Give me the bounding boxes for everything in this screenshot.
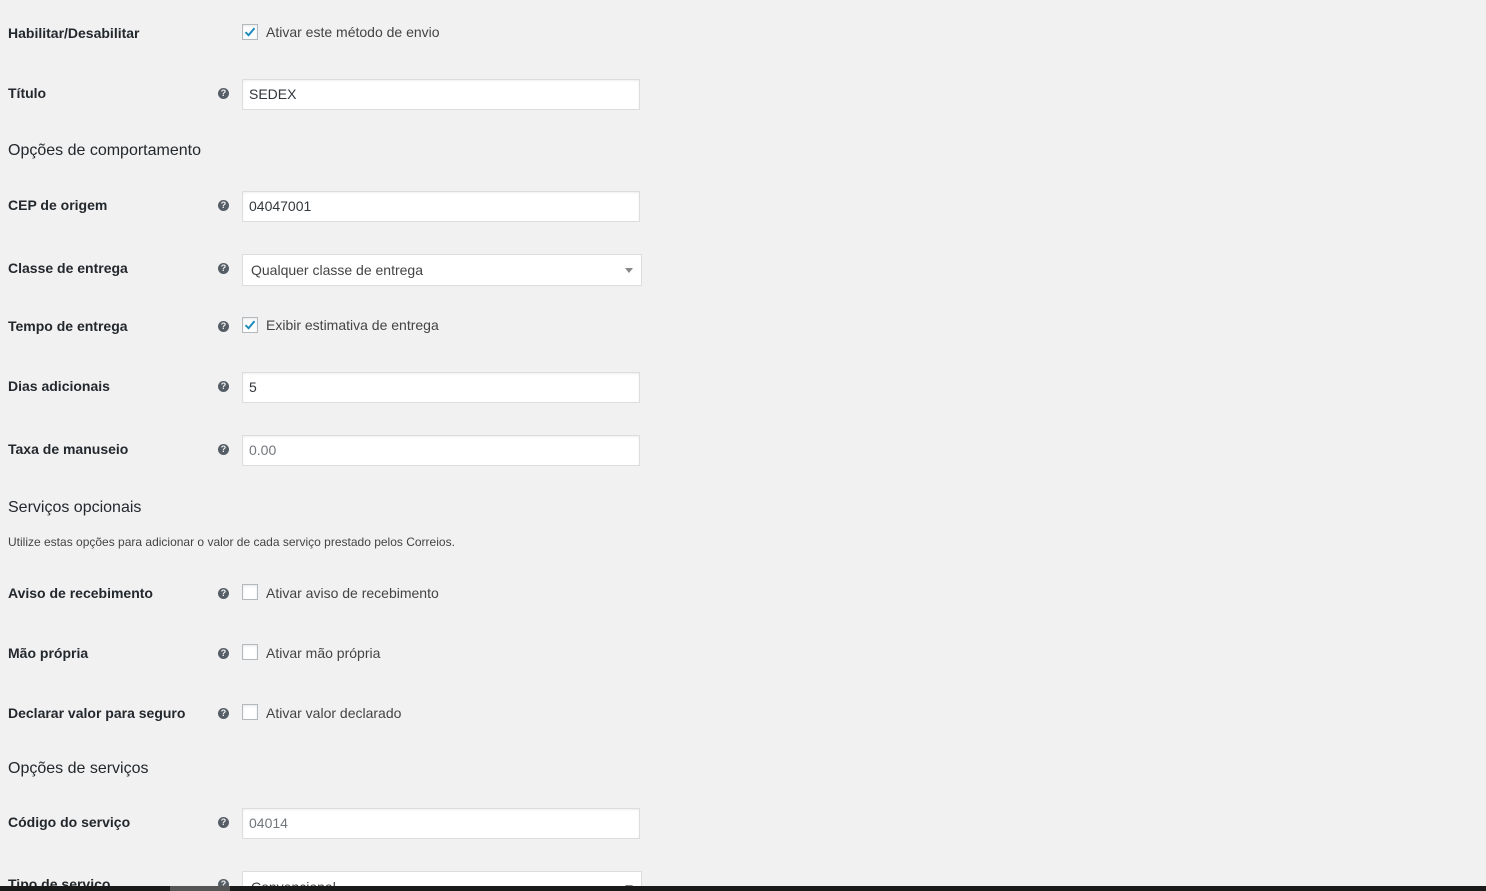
enable-checkbox-label[interactable]: Ativar este método de envio	[266, 24, 440, 40]
service-code-input[interactable]: 04014	[242, 808, 640, 839]
behavior-section-title: Opções de comportamento	[8, 142, 201, 159]
shipping-class-label: Classe de entrega	[8, 260, 128, 276]
delivery-time-checkbox-label[interactable]: Exibir estimativa de entrega	[266, 317, 439, 333]
help-tip-icon[interactable]: ?	[218, 263, 229, 274]
optional-section-title: Serviços opcionais	[8, 499, 142, 516]
shipping-class-selected: Qualquer classe de entrega	[251, 262, 423, 278]
delivery-time-label: Tempo de entrega	[8, 318, 128, 334]
enable-checkbox[interactable]	[242, 24, 258, 40]
help-tip-icon[interactable]: ?	[218, 648, 229, 659]
scrollbar-thumb[interactable]	[170, 886, 230, 891]
handling-fee-input[interactable]: 0.00	[242, 435, 640, 466]
help-tip-icon[interactable]: ?	[218, 444, 229, 455]
services-section-title: Opções de serviços	[8, 760, 149, 777]
help-tip-icon[interactable]: ?	[218, 708, 229, 719]
help-tip-icon[interactable]: ?	[218, 200, 229, 211]
declared-value-checkbox[interactable]	[242, 704, 258, 720]
own-hand-checkbox-label[interactable]: Ativar mão própria	[266, 645, 380, 661]
own-hand-checkbox[interactable]	[242, 644, 258, 660]
help-tip-icon[interactable]: ?	[218, 88, 229, 99]
cep-label: CEP de origem	[8, 197, 108, 213]
receipt-notice-label: Aviso de recebimento	[8, 585, 153, 601]
receipt-notice-checkbox[interactable]	[242, 584, 258, 600]
checkmark-icon	[244, 27, 256, 37]
horizontal-scrollbar[interactable]	[0, 886, 1486, 891]
enable-label: Habilitar/Desabilitar	[8, 25, 140, 41]
title-label: Título	[8, 85, 47, 101]
checkmark-icon	[244, 320, 256, 330]
chevron-down-icon	[625, 268, 633, 273]
shipping-class-select[interactable]: Qualquer classe de entrega	[242, 254, 642, 286]
help-tip-icon[interactable]: ?	[218, 817, 229, 828]
service-code-label: Código do serviço	[8, 814, 131, 830]
cep-input[interactable]: 04047001	[242, 191, 640, 222]
handling-fee-label: Taxa de manuseio	[8, 441, 129, 457]
delivery-time-checkbox[interactable]	[242, 317, 258, 333]
own-hand-label: Mão própria	[8, 645, 89, 661]
receipt-notice-checkbox-label[interactable]: Ativar aviso de recebimento	[266, 585, 439, 601]
title-input[interactable]: SEDEX	[242, 79, 640, 110]
optional-section-description: Utilize estas opções para adicionar o va…	[8, 535, 455, 549]
additional-days-label: Dias adicionais	[8, 378, 110, 394]
declared-value-checkbox-label[interactable]: Ativar valor declarado	[266, 705, 401, 721]
additional-days-input[interactable]: 5	[242, 372, 640, 403]
shipping-method-settings: Habilitar/Desabilitar Ativar este método…	[0, 0, 1486, 891]
help-tip-icon[interactable]: ?	[218, 321, 229, 332]
help-tip-icon[interactable]: ?	[218, 381, 229, 392]
help-tip-icon[interactable]: ?	[218, 588, 229, 599]
declared-value-label: Declarar valor para seguro	[8, 705, 186, 721]
